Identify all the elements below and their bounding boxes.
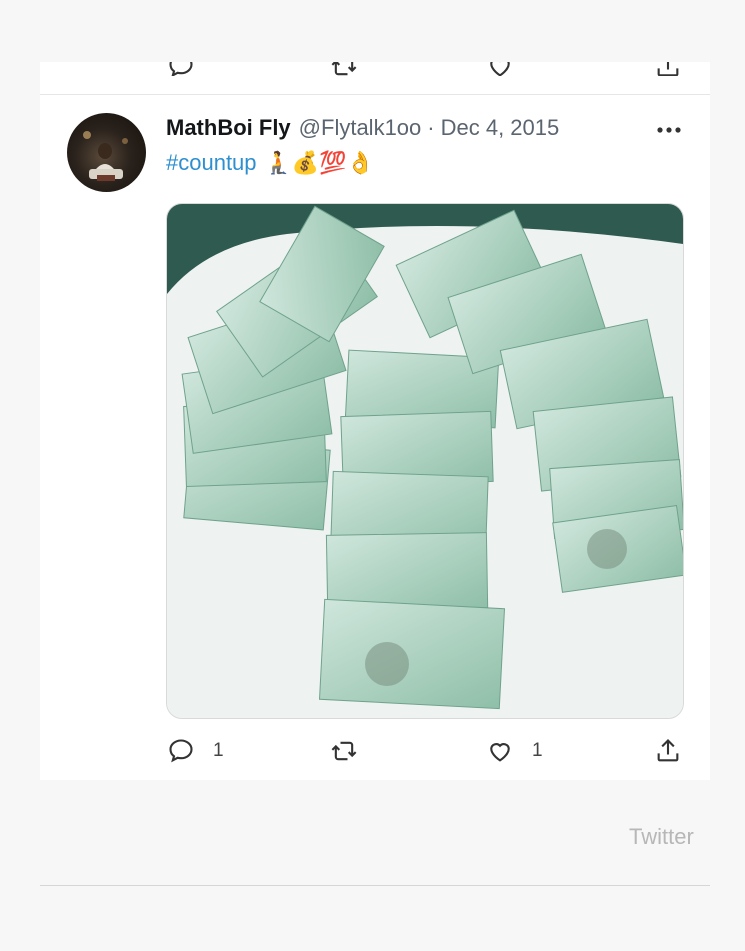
more-options-icon[interactable] (654, 120, 684, 140)
share-icon[interactable] (654, 62, 682, 76)
retweet-icon[interactable] (330, 737, 358, 765)
like-icon[interactable] (486, 62, 514, 76)
tweet-emojis: 🧎💰💯👌 (264, 150, 375, 175)
like-action[interactable]: 1 (486, 737, 543, 765)
tweet-media-image[interactable] (166, 203, 684, 719)
avatar[interactable] (67, 113, 146, 192)
reply-action[interactable]: 1 (167, 737, 224, 765)
share-icon[interactable] (654, 737, 682, 765)
author-name[interactable]: MathBoi Fly (166, 115, 291, 141)
tweet-header: MathBoi Fly @Flytalk1oo · Dec 4, 2015 (166, 115, 559, 145)
avatar-photo (83, 131, 128, 181)
money-photo-icon (167, 204, 683, 718)
reply-icon[interactable] (167, 737, 195, 765)
tweet-text: #countup 🧎💰💯👌 (166, 150, 374, 176)
reply-icon[interactable] (167, 62, 195, 76)
like-count: 1 (532, 740, 543, 761)
reply-count: 1 (213, 740, 224, 761)
tweet-card: MathBoi Fly @Flytalk1oo · Dec 4, 2015 #c… (40, 62, 710, 780)
share-action[interactable] (654, 737, 682, 765)
tweet-divider (40, 94, 710, 95)
twitter-brand-label: Twitter (629, 824, 694, 849)
retweet-icon[interactable] (330, 62, 358, 76)
author-handle[interactable]: @Flytalk1oo (299, 115, 422, 141)
footer-divider (40, 885, 710, 886)
tweet-actions: 1 1 (40, 737, 710, 777)
tweet-date[interactable]: Dec 4, 2015 (441, 115, 560, 141)
hashtag-link[interactable]: #countup (166, 150, 257, 176)
previous-tweet-actions (40, 62, 710, 76)
like-icon[interactable] (486, 737, 514, 765)
retweet-action[interactable] (330, 737, 358, 765)
separator-dot: · (427, 115, 435, 140)
